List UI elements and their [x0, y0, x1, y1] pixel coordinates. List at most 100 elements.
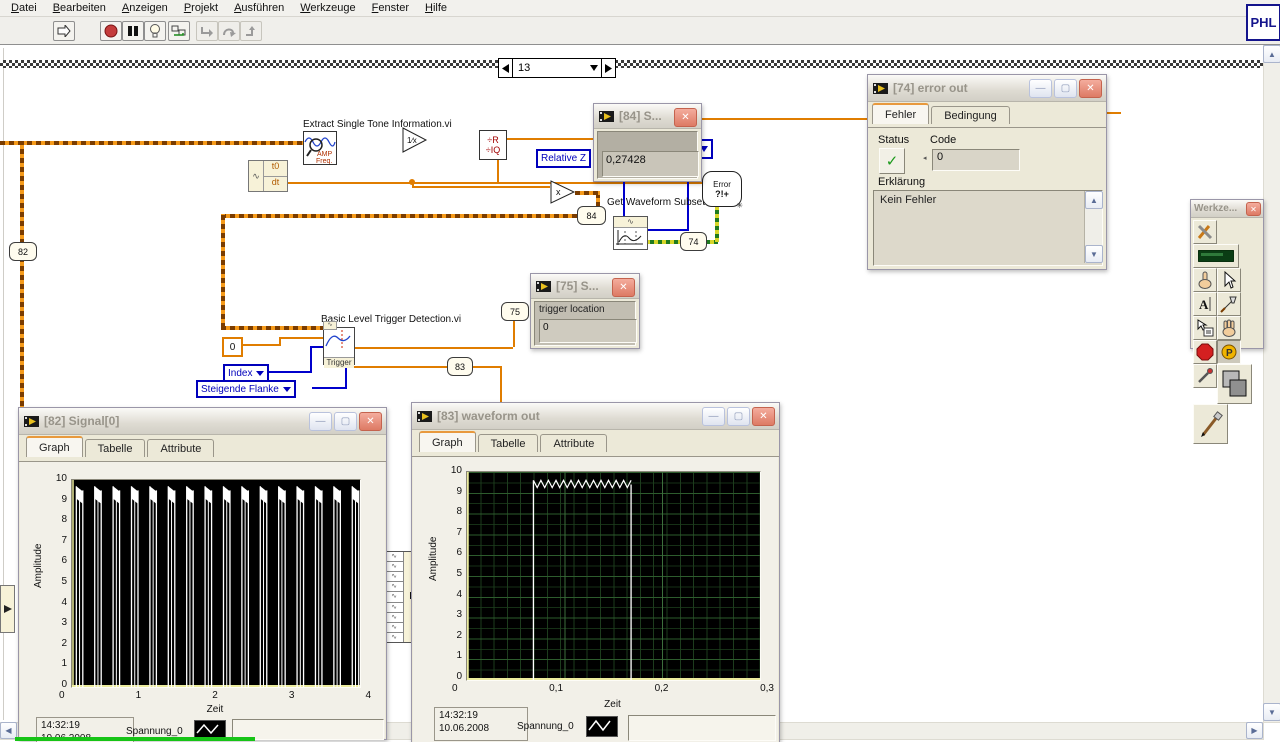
tools-palette-titlebar[interactable]: Werkze... ✕: [1191, 200, 1263, 218]
multiply-node[interactable]: x: [550, 180, 576, 204]
menu-datei[interactable]: Datei: [4, 1, 44, 15]
simple-error-handler-node[interactable]: Error ?!+ ✳: [702, 171, 743, 210]
object-shortcut-menu-tool-icon[interactable]: [1193, 316, 1217, 340]
close-icon[interactable]: ✕: [612, 278, 635, 297]
graph-palette-box[interactable]: [628, 715, 776, 741]
close-icon[interactable]: ✕: [1246, 202, 1261, 216]
get-waveform-subset-vi-icon[interactable]: ∿: [613, 216, 648, 250]
numeric-constant-0[interactable]: 0: [222, 337, 243, 357]
step-over-icon[interactable]: [218, 21, 240, 41]
tab-attribute[interactable]: Attribute: [147, 439, 215, 457]
flanke-enum[interactable]: Steigende Flanke: [196, 380, 296, 398]
menu-ausfuehren[interactable]: Ausführen: [227, 1, 291, 15]
probe-data-tool-icon[interactable]: P: [1217, 340, 1241, 364]
extract-single-tone-vi-icon[interactable]: AMP Freq.: [303, 131, 337, 165]
left-edge-vi-icon[interactable]: [0, 585, 15, 633]
scroll-up-icon[interactable]: ▲: [1263, 45, 1280, 63]
position-select-tool-icon[interactable]: [1217, 268, 1241, 292]
menu-werkzeuge[interactable]: Werkzeuge: [293, 1, 362, 15]
scroll-down-icon[interactable]: ▼: [1263, 703, 1280, 721]
retain-wire-values-icon[interactable]: [168, 21, 190, 41]
menu-hilfe[interactable]: Hilfe: [418, 1, 454, 15]
dt-terminal[interactable]: dt: [264, 177, 287, 192]
code-spinner[interactable]: ◂: [923, 154, 927, 162]
menu-bearbeiten[interactable]: Bearbeiten: [46, 1, 113, 15]
step-out-icon[interactable]: [240, 21, 262, 41]
relative-enum[interactable]: Relative Z: [536, 149, 592, 168]
pause-icon[interactable]: [122, 21, 144, 41]
close-icon[interactable]: ✕: [752, 407, 775, 426]
status-ok-check-icon[interactable]: ✓: [879, 148, 905, 174]
waveform-out-titlebar[interactable]: [83] waveform out — ▢ ✕: [412, 403, 779, 430]
explanation-scrollbar[interactable]: ▲ ▼: [1084, 191, 1103, 263]
signal0-plot[interactable]: [71, 479, 361, 688]
menu-projekt[interactable]: Projekt: [177, 1, 225, 15]
scroll-window-tool-icon[interactable]: [1217, 316, 1241, 340]
scroll-up-icon[interactable]: ▲: [1085, 191, 1103, 209]
frame-prev-icon[interactable]: [499, 59, 513, 77]
probe75-titlebar[interactable]: [75] S... ✕: [531, 274, 639, 299]
waveform-components-node[interactable]: ∿ t0 dt: [248, 160, 288, 192]
tab-graph[interactable]: Graph: [419, 431, 476, 452]
close-icon[interactable]: ✕: [359, 412, 382, 431]
minimize-icon[interactable]: —: [1029, 79, 1052, 98]
basic-level-trigger-vi-icon[interactable]: ∿ Trigger: [323, 321, 355, 368]
waveform-out-plot[interactable]: [466, 471, 761, 681]
tab-fehler[interactable]: Fehler: [872, 103, 930, 124]
step-into-icon[interactable]: [196, 21, 218, 41]
tab-tabelle[interactable]: Tabelle: [84, 439, 146, 457]
error-out-window[interactable]: [74] error out — ▢ ✕ Fehler Bedingung St…: [867, 74, 1107, 270]
frame-dropdown-icon[interactable]: [587, 65, 601, 71]
tools-palette[interactable]: Werkze... ✕ A P: [1190, 199, 1264, 444]
t0-terminal[interactable]: t0: [264, 161, 287, 177]
close-icon[interactable]: ✕: [674, 108, 697, 127]
maximize-icon[interactable]: ▢: [334, 412, 357, 431]
set-color-tool-icon[interactable]: [1217, 364, 1252, 404]
signal0-window[interactable]: [82] Signal[0] — ▢ ✕ Graph Tabelle Attri…: [18, 407, 387, 742]
scroll-right-icon[interactable]: ▶: [1246, 722, 1263, 739]
probe-tag-74[interactable]: 74: [680, 232, 707, 251]
highlight-execution-icon[interactable]: [144, 21, 166, 41]
get-color-tool-icon[interactable]: [1193, 364, 1217, 388]
edit-text-tool-icon[interactable]: A: [1193, 292, 1217, 316]
error-out-titlebar[interactable]: [74] error out — ▢ ✕: [868, 75, 1106, 102]
probe-tag-84[interactable]: 84: [577, 206, 606, 225]
waveform-out-window[interactable]: [83] waveform out — ▢ ✕ Graph Tabelle At…: [411, 402, 780, 742]
tab-tabelle[interactable]: Tabelle: [477, 434, 539, 452]
probe84-value[interactable]: 0,27428: [602, 151, 699, 177]
tab-attribute[interactable]: Attribute: [540, 434, 608, 452]
build-array-node[interactable]: ∿ ∿ ∿ ∿ ∿ ∿ ∿ ∿ ∿: [384, 551, 417, 643]
frame-next-icon[interactable]: [601, 59, 615, 77]
menu-fenster[interactable]: Fenster: [365, 1, 416, 15]
close-icon[interactable]: ✕: [1079, 79, 1102, 98]
probe75-value[interactable]: 0: [539, 319, 637, 343]
paintbrush-tool-icon[interactable]: [1193, 404, 1228, 444]
scroll-down-icon[interactable]: ▼: [1085, 245, 1103, 263]
minimize-icon[interactable]: —: [702, 407, 725, 426]
maximize-icon[interactable]: ▢: [1054, 79, 1077, 98]
maximize-icon[interactable]: ▢: [727, 407, 750, 426]
menu-anzeigen[interactable]: Anzeigen: [115, 1, 175, 15]
operate-value-tool-icon[interactable]: [1193, 268, 1217, 292]
minimize-icon[interactable]: —: [309, 412, 332, 431]
probe-window-84[interactable]: [84] S... ✕ 0,27428: [593, 103, 702, 182]
automatic-tool-selection-icon[interactable]: [1193, 220, 1217, 244]
probe-tag-75[interactable]: 75: [501, 302, 529, 321]
code-value-field[interactable]: 0: [932, 149, 1020, 171]
run-icon[interactable]: [53, 21, 75, 41]
tab-graph[interactable]: Graph: [26, 436, 83, 457]
set-breakpoint-tool-icon[interactable]: [1193, 340, 1217, 364]
signal0-titlebar[interactable]: [82] Signal[0] — ▢ ✕: [19, 408, 386, 435]
vertical-scrollbar[interactable]: [1263, 45, 1280, 723]
abort-icon[interactable]: [100, 21, 122, 41]
quotient-remainder-node[interactable]: ÷R ÷IQ: [479, 130, 507, 160]
tab-bedingung[interactable]: Bedingung: [931, 106, 1010, 124]
frame-number[interactable]: 13: [513, 62, 587, 74]
connect-wire-tool-icon[interactable]: [1217, 292, 1241, 316]
auto-tool-led-icon[interactable]: [1193, 244, 1239, 268]
reciprocal-node[interactable]: 1∕x: [402, 127, 428, 153]
probe84-titlebar[interactable]: [84] S... ✕: [594, 104, 701, 129]
probe-tag-83[interactable]: 83: [447, 357, 473, 376]
legend-line-icon[interactable]: [586, 716, 618, 737]
probe-tag-82[interactable]: 82: [9, 242, 37, 261]
